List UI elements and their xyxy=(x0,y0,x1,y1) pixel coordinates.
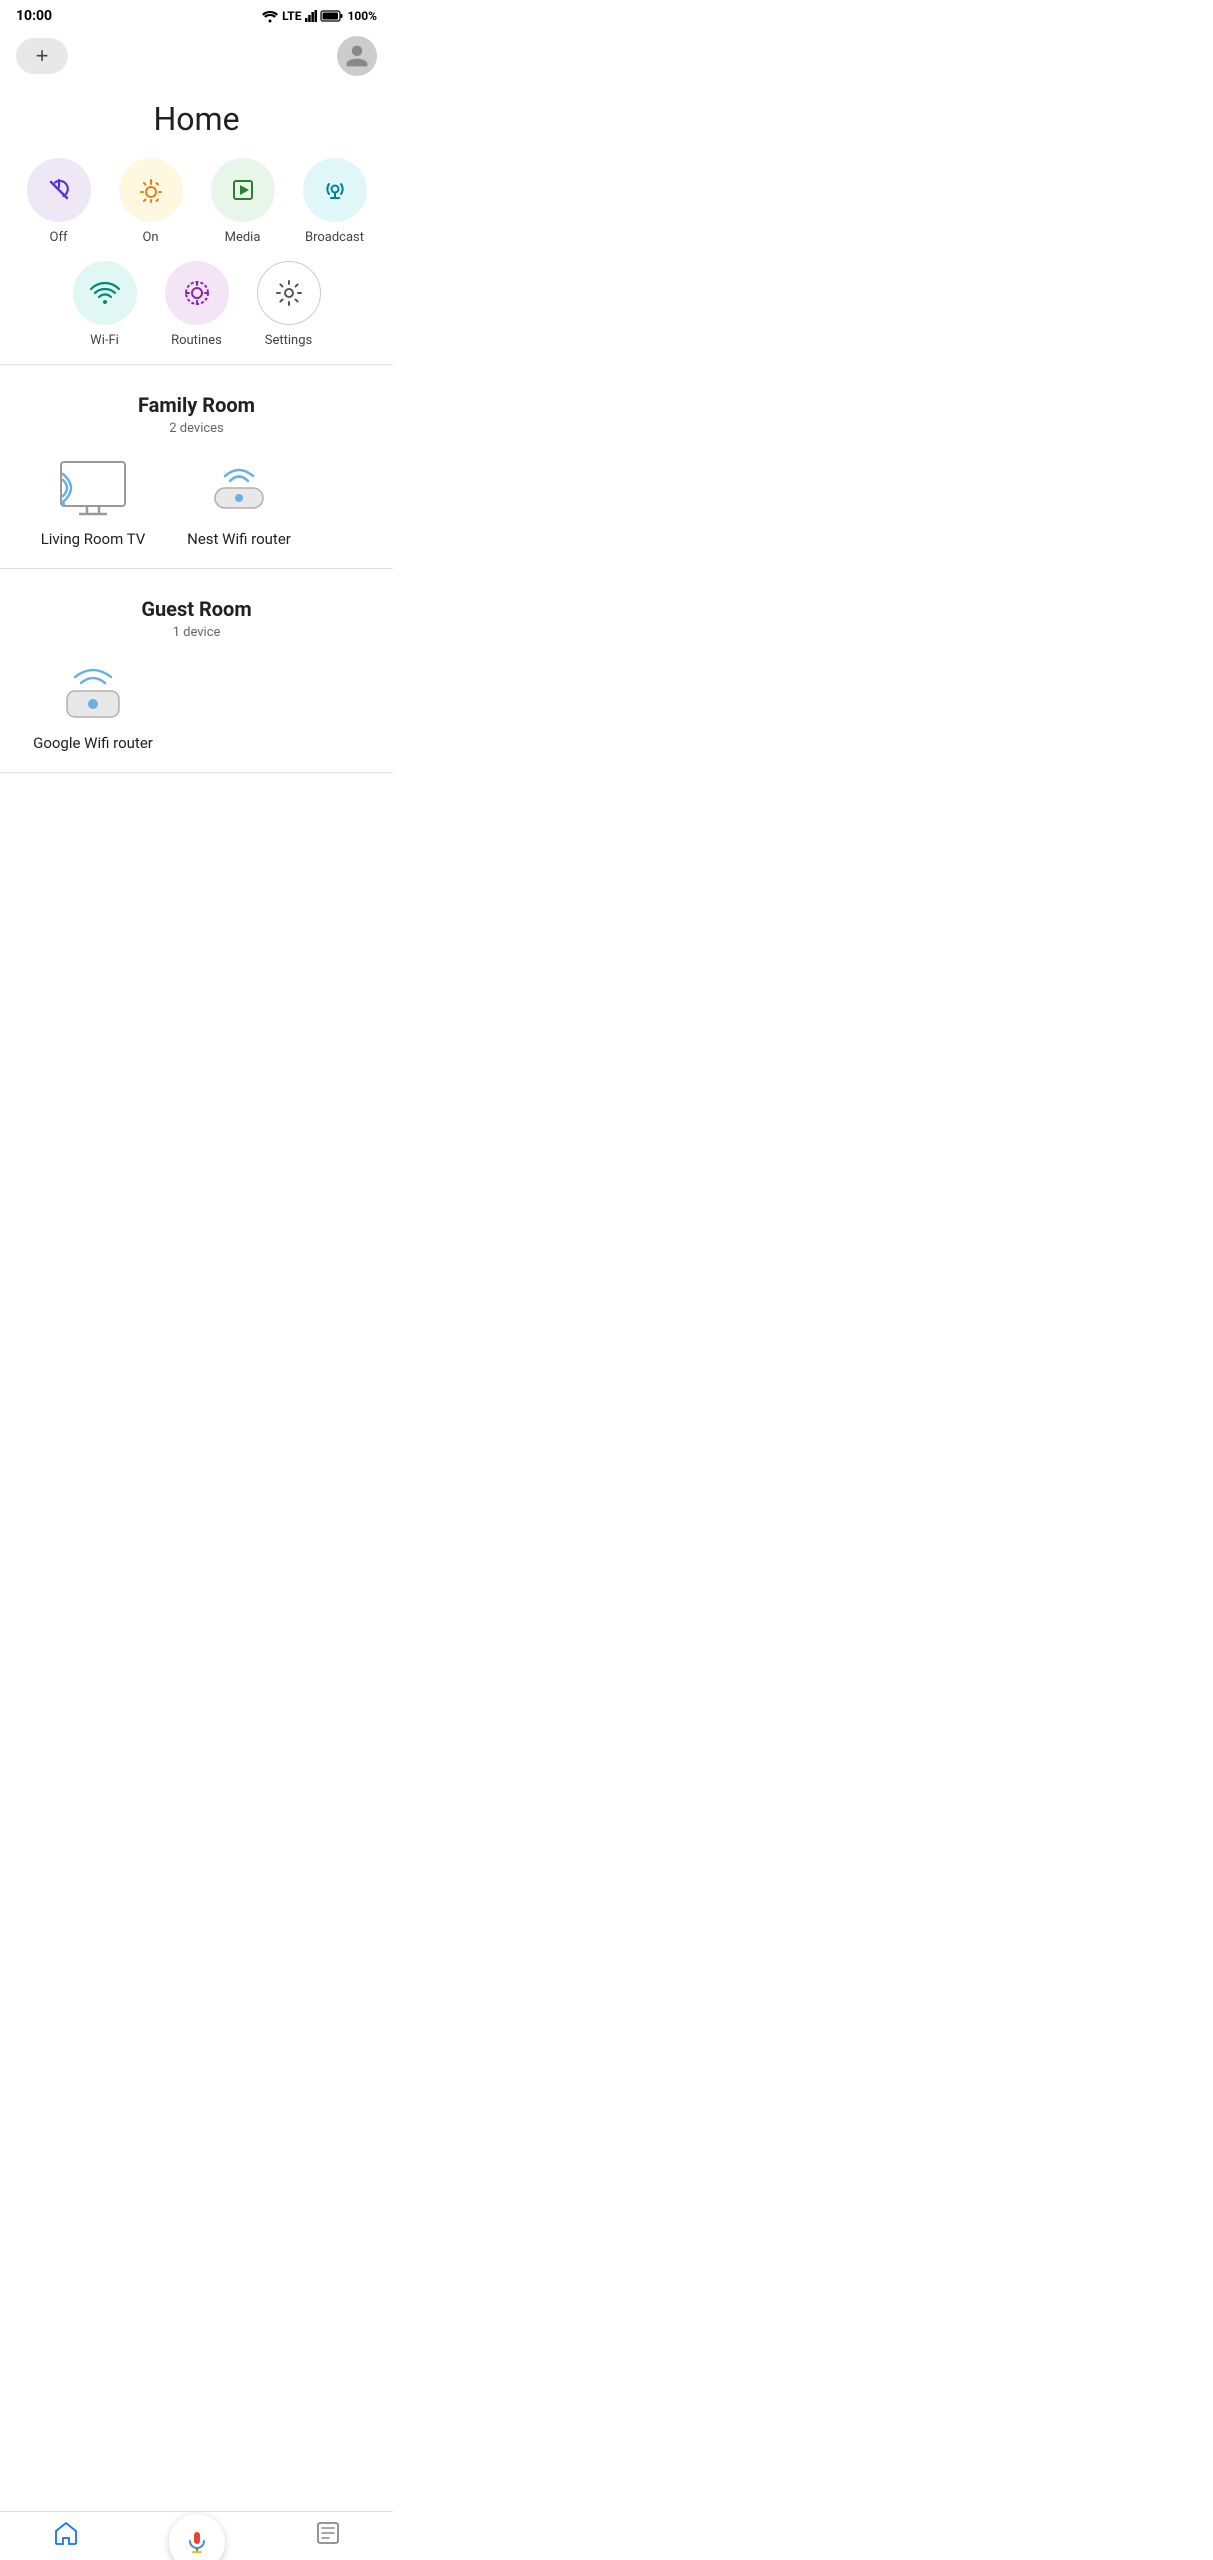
nest-wifi-router[interactable]: Nest Wifi router xyxy=(174,456,304,548)
google-router-icon xyxy=(53,657,133,727)
off-icon xyxy=(45,176,73,204)
action-media-circle xyxy=(211,158,275,222)
router-icon xyxy=(199,458,279,518)
guest-room-subtitle: 1 device xyxy=(20,625,373,640)
activity-nav-icon xyxy=(315,2520,341,2546)
action-broadcast[interactable]: Broadcast xyxy=(299,158,371,245)
action-broadcast-circle xyxy=(303,158,367,222)
quick-actions-row-2: Wi-Fi Routines xyxy=(20,261,373,348)
user-avatar[interactable] xyxy=(337,36,377,76)
nest-wifi-router-icon xyxy=(199,456,279,520)
broadcast-icon xyxy=(321,176,349,204)
living-room-tv-icon xyxy=(53,456,133,520)
wifi-icon xyxy=(90,280,120,306)
status-bar: 10:00 LTE 100% xyxy=(0,0,393,28)
routines-icon xyxy=(182,278,212,308)
quick-actions-row-1: Off On xyxy=(20,158,373,245)
on-icon xyxy=(137,176,165,204)
action-settings[interactable]: Settings xyxy=(253,261,325,348)
action-broadcast-label: Broadcast xyxy=(305,230,364,245)
media-icon xyxy=(229,176,257,204)
settings-icon xyxy=(275,279,303,307)
family-room-section: Family Room 2 devices xyxy=(0,377,393,556)
battery-icon xyxy=(321,10,343,22)
family-room-devices: Living Room TV Nest Wifi router xyxy=(20,456,373,548)
guest-room-title: Guest Room xyxy=(20,597,373,621)
action-on[interactable]: On xyxy=(115,158,187,245)
action-routines-circle xyxy=(165,261,229,325)
action-wifi[interactable]: Wi-Fi xyxy=(69,261,141,348)
action-on-label: On xyxy=(142,230,158,245)
divider-2 xyxy=(0,568,393,569)
google-wifi-router-label: Google Wifi router xyxy=(33,734,153,752)
action-wifi-circle xyxy=(73,261,137,325)
signal-icon xyxy=(305,10,317,22)
nest-wifi-router-label: Nest Wifi router xyxy=(187,530,291,548)
mic-icon xyxy=(185,2530,209,2554)
living-room-tv[interactable]: Living Room TV xyxy=(28,456,158,548)
page-title: Home xyxy=(0,88,393,158)
action-off-circle xyxy=(27,158,91,222)
nav-activity[interactable] xyxy=(262,2520,393,2548)
guest-room-devices: Google Wifi router xyxy=(20,660,373,752)
guest-room-section: Guest Room 1 device Google Wifi router xyxy=(0,581,393,760)
nav-home[interactable] xyxy=(0,2520,131,2548)
family-room-title: Family Room xyxy=(20,393,373,417)
action-off-label: Off xyxy=(50,230,68,245)
wifi-status-icon xyxy=(262,10,278,22)
quick-actions: Off On xyxy=(0,158,393,348)
mic-fab-button[interactable] xyxy=(169,2514,225,2560)
home-nav-icon xyxy=(53,2520,79,2546)
status-time: 10:00 xyxy=(16,8,52,24)
divider-3 xyxy=(0,772,393,773)
action-routines[interactable]: Routines xyxy=(161,261,233,348)
action-settings-circle xyxy=(257,261,321,325)
divider-1 xyxy=(0,364,393,365)
battery-level: 100% xyxy=(347,9,377,23)
add-button[interactable]: + xyxy=(16,38,68,74)
tv-icon xyxy=(53,458,133,518)
action-media-label: Media xyxy=(225,230,261,245)
google-wifi-router-icon xyxy=(53,660,133,724)
top-bar: + xyxy=(0,28,393,88)
google-wifi-router[interactable]: Google Wifi router xyxy=(28,660,158,752)
avatar-icon xyxy=(344,43,370,69)
action-on-circle xyxy=(119,158,183,222)
status-icons: LTE 100% xyxy=(262,9,377,23)
action-routines-label: Routines xyxy=(171,333,222,348)
action-off[interactable]: Off xyxy=(23,158,95,245)
lte-status: LTE xyxy=(282,9,301,23)
action-settings-label: Settings xyxy=(265,333,312,348)
family-room-subtitle: 2 devices xyxy=(20,421,373,436)
action-wifi-label: Wi-Fi xyxy=(90,333,119,348)
action-media[interactable]: Media xyxy=(207,158,279,245)
bottom-navigation xyxy=(0,2511,393,2560)
living-room-tv-label: Living Room TV xyxy=(41,530,146,548)
